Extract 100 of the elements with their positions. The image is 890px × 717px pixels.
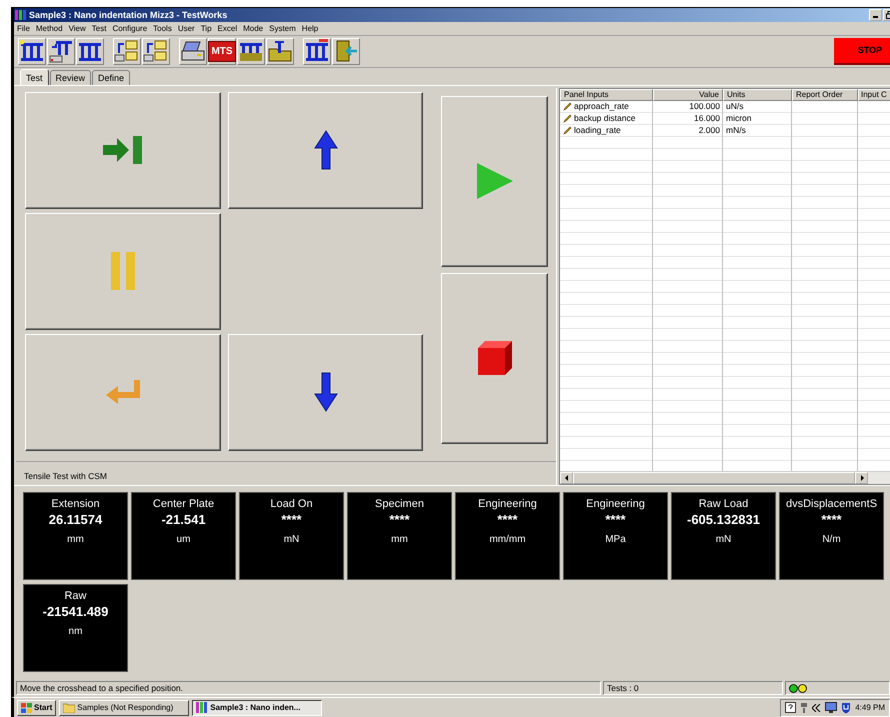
meter-label: Extension (51, 498, 100, 510)
toolbar-button[interactable] (303, 38, 331, 65)
table-cell: backup distance (560, 112, 653, 125)
menu-item[interactable]: System (269, 24, 296, 33)
tab[interactable]: Test (20, 68, 49, 85)
return-arrow-icon (104, 379, 142, 406)
folders-icon (143, 39, 169, 64)
toolbar-button[interactable] (18, 38, 46, 65)
columns-icon (304, 39, 330, 64)
meter-label: Engineering (478, 498, 537, 510)
app-icon (196, 702, 208, 713)
meter-unit: N/m (822, 534, 841, 546)
toolbar-button[interactable] (142, 38, 170, 65)
stop-cube-button[interactable] (441, 272, 548, 444)
columns-icon (48, 39, 74, 64)
start-button[interactable]: Start (17, 700, 56, 716)
meter-label: Center Plate (152, 498, 214, 510)
menu-item[interactable]: Help (302, 24, 318, 33)
mts-logo-button[interactable]: MTS (208, 38, 236, 65)
meter-label: Engineering (586, 498, 645, 510)
folders-icon (114, 39, 140, 64)
toolbar-button[interactable] (76, 38, 104, 65)
menu-item[interactable]: Mode (243, 24, 264, 33)
meter-label: Load On (270, 498, 313, 510)
toolbar-button[interactable] (113, 38, 141, 65)
meter-unit: mN (716, 534, 732, 546)
toolbar-button[interactable] (237, 38, 265, 65)
menu-item[interactable]: File (17, 24, 30, 33)
meter-value: **** (389, 512, 410, 528)
test-count: Tests : 0 (603, 681, 783, 695)
clock: 4:49 PM (855, 703, 885, 712)
column-header[interactable]: Panel Inputs (560, 88, 653, 101)
menu-item[interactable]: View (68, 24, 86, 33)
meter-value: **** (281, 512, 302, 528)
meter-value: -605.132831 (686, 512, 760, 528)
meter-label: Raw (64, 590, 86, 602)
column-header[interactable]: Units (723, 88, 792, 101)
horizontal-scrollbar[interactable] (560, 471, 890, 484)
pause-icon (109, 251, 137, 292)
menu-item[interactable]: Excel (218, 24, 238, 33)
arrow-to-bar-icon (101, 135, 145, 166)
tab[interactable]: Define (92, 70, 130, 85)
up-arrow-button[interactable] (228, 92, 423, 209)
scroll-thumb[interactable] (573, 472, 855, 484)
table-cell: approach_rate (560, 100, 653, 113)
meter-value: -21.541 (161, 512, 206, 528)
down-arrow-button[interactable] (228, 334, 423, 451)
menu-item[interactable]: Configure (112, 24, 148, 33)
taskbar-item[interactable]: Samples (Not Responding) (59, 700, 190, 716)
menu-item[interactable]: Test (92, 24, 106, 33)
meter-unit: mm/mm (489, 534, 526, 546)
toolbar-button[interactable] (47, 38, 75, 65)
meter-label: Specimen (375, 498, 424, 510)
table-cell-text: micron (725, 112, 753, 125)
return-arrow-button[interactable] (25, 334, 221, 451)
menu-item[interactable]: User (178, 24, 195, 33)
meter-label: Raw Load (698, 498, 748, 510)
meter-value: 26.11574 (48, 512, 102, 528)
toolbar-button[interactable] (332, 38, 360, 65)
status-lights-icon (789, 684, 809, 693)
left-arrow-icon (564, 475, 570, 482)
windows-flag-icon (21, 702, 32, 712)
play-button[interactable] (441, 96, 548, 267)
move-to-button[interactable] (25, 92, 221, 209)
right-arrow-icon (858, 475, 864, 482)
columns-icon (19, 39, 45, 64)
tab[interactable]: Review (50, 70, 92, 85)
shield-icon[interactable] (841, 702, 852, 714)
monitor-icon[interactable] (825, 702, 838, 713)
chevron-icon[interactable] (812, 704, 822, 712)
meter-value: **** (605, 512, 626, 528)
cube-icon (476, 340, 512, 376)
play-icon (474, 161, 514, 202)
scroll-right-button[interactable] (855, 472, 868, 484)
table-cell-text: 100.000 (688, 100, 721, 113)
pause-button[interactable] (25, 212, 221, 330)
folder-icon (267, 39, 293, 64)
stop-button[interactable]: STOP (834, 38, 890, 65)
meter-unit: mm (391, 534, 408, 546)
app-icon (15, 8, 27, 21)
minimize-button[interactable] (869, 8, 882, 21)
up-arrow-icon (314, 130, 338, 170)
scroll-left-button[interactable] (560, 472, 573, 484)
column-header[interactable]: Report Order (792, 88, 858, 101)
toolbar-button[interactable] (179, 38, 207, 65)
table-cell-text: 2.000 (698, 124, 721, 137)
minimize-icon (873, 16, 878, 18)
meter-unit: nm (68, 626, 82, 638)
help-icon[interactable] (785, 702, 796, 713)
column-header[interactable]: Input C (858, 88, 890, 101)
status-message: Move the crosshead to a specified position. (16, 681, 601, 695)
meter-unit: MPa (605, 534, 626, 546)
menu-item[interactable]: Method (36, 24, 63, 33)
column-header[interactable]: Value (653, 88, 723, 101)
taskbar-item[interactable]: Sample3 : Nano inden... (192, 700, 322, 716)
table-cell: loading_rate (560, 124, 653, 137)
meter-unit: mm (67, 534, 84, 546)
toolbar-button[interactable] (266, 38, 294, 65)
menu-item[interactable]: Tip (200, 24, 212, 33)
menu-item[interactable]: Tools (153, 24, 172, 33)
